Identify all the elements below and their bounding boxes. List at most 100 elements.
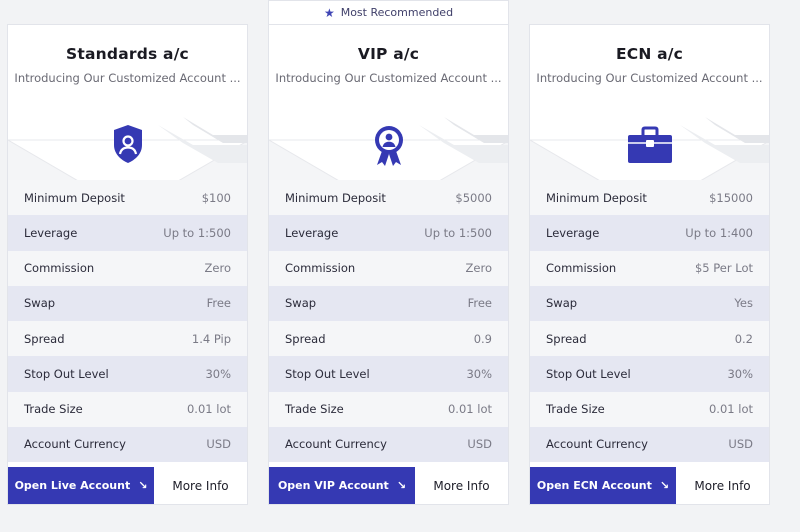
feature-label: Swap — [24, 296, 56, 311]
feature-row-leverage: Leverage Up to 1:500 — [8, 215, 247, 251]
feature-value: Free — [467, 296, 492, 311]
feature-row-commission: Commission $5 Per Lot — [530, 250, 769, 286]
feature-row-swap: Swap Free — [269, 285, 508, 321]
feature-label: Trade Size — [546, 402, 605, 417]
feature-value: 0.01 lot — [447, 402, 492, 417]
feature-row-swap: Swap Yes — [530, 285, 769, 321]
feature-row-stop-out-level: Stop Out Level 30% — [269, 356, 508, 392]
button-label: Open VIP Account — [277, 479, 389, 492]
feature-value: $100 — [201, 190, 231, 205]
arrow-down-right-icon: ↘ — [138, 479, 148, 492]
award-badge-icon — [375, 126, 403, 166]
button-label: Open Live Account — [14, 479, 131, 492]
feature-row-spread: Spread 0.9 — [269, 321, 508, 357]
feature-row-account-currency: Account Currency USD — [269, 426, 508, 462]
feature-row-minimum-deposit: Minimum Deposit $15000 — [530, 180, 769, 216]
feature-value: Free — [206, 296, 231, 311]
feature-row-leverage: Leverage Up to 1:400 — [530, 215, 769, 251]
feature-value: 1.4 Pip — [191, 331, 231, 346]
most-recommended-banner: ★ Most Recommended — [268, 0, 509, 24]
feature-value: Up to 1:400 — [685, 225, 753, 240]
most-recommended-label: Most Recommended — [340, 6, 454, 19]
card-actions: Open VIP Account ↘ More Info — [269, 467, 508, 504]
feature-label: Spread — [285, 331, 326, 346]
feature-value: USD — [206, 437, 231, 452]
feature-label: Minimum Deposit — [546, 190, 647, 205]
open-live-account-button[interactable]: Open Live Account ↘ — [8, 467, 154, 504]
arrow-down-right-icon: ↘ — [659, 479, 670, 492]
feature-value: Zero — [465, 261, 492, 276]
feature-row-commission: Commission Zero — [269, 250, 508, 286]
more-info-button[interactable]: More Info — [154, 467, 247, 504]
feature-value: $5000 — [455, 190, 492, 205]
feature-label: Swap — [285, 296, 317, 311]
feature-value: Zero — [204, 261, 231, 276]
feature-label: Commission — [546, 261, 617, 276]
feature-label: Swap — [546, 296, 578, 311]
feature-value: 0.01 lot — [186, 402, 231, 417]
feature-value: Yes — [734, 296, 753, 311]
feature-label: Account Currency — [285, 437, 387, 452]
feature-value: $5 Per Lot — [694, 261, 753, 276]
account-card-standards: Standards a/c Introducing Our Customized… — [7, 24, 248, 505]
feature-row-minimum-deposit: Minimum Deposit $100 — [8, 180, 247, 216]
feature-label: Stop Out Level — [546, 366, 631, 381]
feature-label: Stop Out Level — [285, 366, 370, 381]
button-label: Open ECN Account — [536, 479, 652, 492]
card-header: ECN a/c Introducing Our Customized Accou… — [530, 25, 769, 180]
arrow-down-right-icon: ↘ — [396, 479, 407, 492]
open-vip-account-button[interactable]: Open VIP Account ↘ — [269, 467, 415, 504]
feature-row-swap: Swap Free — [8, 285, 247, 321]
feature-label: Trade Size — [285, 402, 344, 417]
feature-value: Up to 1:500 — [424, 225, 492, 240]
account-card-vip: VIP a/c Introducing Our Customized Accou… — [268, 24, 509, 505]
card-subtitle: Introducing Our Customized Account ... — [14, 71, 241, 85]
feature-row-leverage: Leverage Up to 1:500 — [269, 215, 508, 251]
feature-label: Account Currency — [546, 437, 648, 452]
feature-value: USD — [467, 437, 492, 452]
more-info-button[interactable]: More Info — [415, 467, 508, 504]
feature-label: Account Currency — [24, 437, 126, 452]
feature-label: Minimum Deposit — [285, 190, 386, 205]
feature-value: $15000 — [709, 190, 753, 205]
feature-label: Commission — [24, 261, 95, 276]
feature-row-stop-out-level: Stop Out Level 30% — [8, 356, 247, 392]
feature-label: Leverage — [285, 225, 339, 240]
briefcase-icon — [628, 126, 672, 163]
open-ecn-account-button[interactable]: Open ECN Account ↘ — [530, 467, 676, 504]
feature-row-trade-size: Trade Size 0.01 lot — [8, 391, 247, 427]
user-shield-icon — [114, 125, 142, 163]
card-title: Standards a/c — [66, 45, 189, 63]
feature-row-commission: Commission Zero — [8, 250, 247, 286]
feature-list: Minimum Deposit $5000 Leverage Up to 1:500… — [269, 180, 508, 462]
feature-value: 30% — [466, 366, 492, 381]
feature-row-account-currency: Account Currency USD — [530, 426, 769, 462]
card-subtitle: Introducing Our Customized Account ... — [275, 71, 502, 85]
feature-value: Up to 1:500 — [163, 225, 231, 240]
feature-label: Trade Size — [24, 402, 83, 417]
feature-label: Commission — [285, 261, 356, 276]
feature-row-trade-size: Trade Size 0.01 lot — [530, 391, 769, 427]
feature-value: 0.9 — [473, 331, 492, 346]
feature-label: Minimum Deposit — [24, 190, 125, 205]
card-header: VIP a/c Introducing Our Customized Accou… — [269, 25, 508, 180]
feature-row-trade-size: Trade Size 0.01 lot — [269, 391, 508, 427]
feature-label: Leverage — [546, 225, 600, 240]
feature-label: Stop Out Level — [24, 366, 109, 381]
card-actions: Open Live Account ↘ More Info — [8, 467, 247, 504]
feature-row-stop-out-level: Stop Out Level 30% — [530, 356, 769, 392]
feature-value: 0.01 lot — [708, 402, 753, 417]
feature-label: Leverage — [24, 225, 78, 240]
feature-value: 30% — [205, 366, 231, 381]
feature-label: Spread — [546, 331, 587, 346]
more-info-button[interactable]: More Info — [676, 467, 769, 504]
account-card-ecn: ECN a/c Introducing Our Customized Accou… — [529, 24, 770, 505]
star-icon: ★ — [323, 5, 335, 20]
card-subtitle: Introducing Our Customized Account ... — [536, 71, 763, 85]
feature-row-spread: Spread 0.2 — [530, 321, 769, 357]
feature-list: Minimum Deposit $15000 Leverage Up to 1:40… — [530, 180, 769, 462]
card-title: VIP a/c — [357, 45, 420, 63]
feature-value: 0.2 — [734, 331, 753, 346]
feature-row-minimum-deposit: Minimum Deposit $5000 — [269, 180, 508, 216]
card-actions: Open ECN Account ↘ More Info — [530, 467, 769, 504]
